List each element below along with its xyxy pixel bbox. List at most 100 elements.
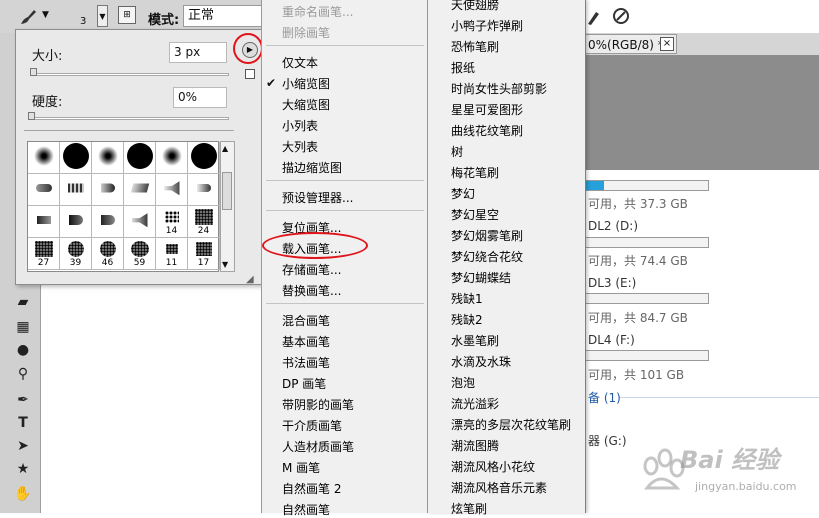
new-preset-icon[interactable] (245, 69, 255, 79)
menu-item-text-only[interactable]: 仅文本 (282, 54, 318, 71)
submenu-item-brush-set[interactable]: 梦幻蝴蝶结 (451, 269, 511, 286)
submenu-item-brush-set[interactable]: 残缺2 (451, 311, 483, 328)
menu-item-brush-library[interactable]: 干介质画笔 (282, 417, 342, 434)
brush-dropdown-arrow-icon[interactable]: ▼ (42, 10, 49, 20)
menu-item-brush-library[interactable]: M 画笔 (282, 459, 320, 476)
scroll-down-icon[interactable]: ▼ (222, 260, 228, 269)
brush-swatch[interactable] (156, 142, 188, 174)
brush-swatch[interactable] (92, 206, 124, 238)
menu-item-preset-manager[interactable]: 预设管理器... (282, 189, 353, 206)
brush-swatch[interactable] (124, 206, 156, 238)
scroll-up-icon[interactable]: ▲ (222, 144, 228, 153)
submenu-item-brush-set[interactable]: 报纸 (451, 59, 475, 76)
brush-picker-button[interactable]: ▼ (97, 5, 108, 27)
menu-item-save-brushes[interactable]: 存储画笔... (282, 261, 341, 278)
brush-swatch[interactable]: 24 (188, 206, 220, 238)
brush-swatch[interactable] (28, 174, 60, 206)
submenu-item-brush-set[interactable]: 炫笔刷 (451, 500, 487, 517)
size-slider-thumb[interactable] (30, 68, 37, 76)
menu-item-small-thumbnail[interactable]: 小缩览图 (282, 75, 330, 92)
brush-swatch[interactable] (188, 174, 220, 206)
menu-item-brush-library[interactable]: 自然画笔 2 (282, 480, 341, 497)
hardness-input[interactable]: 0% (173, 87, 227, 108)
menu-item-brush-library[interactable]: 书法画笔 (282, 354, 330, 371)
brush-swatch[interactable]: 14 (156, 206, 188, 238)
airbrush-icon[interactable] (586, 6, 602, 26)
submenu-item-brush-set[interactable]: 树 (451, 143, 463, 160)
menu-item-small-list[interactable]: 小列表 (282, 117, 318, 134)
brush-swatch[interactable] (28, 206, 60, 238)
submenu-item-brush-set[interactable]: 泡泡 (451, 374, 475, 391)
submenu-item-brush-set[interactable]: 水滴及水珠 (451, 353, 511, 370)
hardness-slider[interactable] (31, 117, 229, 120)
size-slider[interactable] (31, 73, 229, 76)
submenu-item-brush-set[interactable]: 潮流图腾 (451, 437, 499, 454)
submenu-item-brush-set[interactable]: 天使翅膀 (451, 0, 499, 13)
shape-tool-icon[interactable]: ★ (12, 459, 34, 479)
type-tool-icon[interactable]: T (12, 413, 34, 433)
brush-swatch[interactable] (124, 174, 156, 206)
grid-scroll-thumb[interactable] (222, 172, 232, 210)
drive-name[interactable]: DL4 (F:) (588, 333, 635, 347)
menu-item-large-thumbnail[interactable]: 大缩览图 (282, 96, 330, 113)
brush-icon[interactable] (18, 8, 38, 26)
brush-swatch[interactable] (28, 142, 60, 174)
submenu-item-brush-set[interactable]: 梦幻 (451, 185, 475, 202)
brush-swatch[interactable] (188, 142, 220, 174)
hardness-slider-thumb[interactable] (28, 112, 35, 120)
submenu-item-brush-set[interactable]: 星星可爱图形 (451, 101, 523, 118)
menu-item-large-list[interactable]: 大列表 (282, 138, 318, 155)
submenu-item-brush-set[interactable]: 梦幻绕合花纹 (451, 248, 523, 265)
brush-swatch[interactable] (92, 174, 124, 206)
blur-tool-icon[interactable]: ● (12, 340, 34, 360)
submenu-item-brush-set[interactable]: 恐怖笔刷 (451, 38, 499, 55)
mode-select[interactable]: 正常 (183, 5, 263, 27)
submenu-item-brush-set[interactable]: 漂亮的多层次花纹笔刷 (451, 416, 571, 433)
pen-tool-icon[interactable]: ✒ (12, 390, 34, 410)
brush-swatch[interactable] (60, 206, 92, 238)
menu-item-brush-library[interactable]: 混合画笔 (282, 312, 330, 329)
menu-item-brush-library[interactable]: 自然画笔 (282, 501, 330, 518)
brush-swatch[interactable]: 17 (188, 238, 220, 270)
submenu-item-brush-set[interactable]: 水墨笔刷 (451, 332, 499, 349)
menu-item-brush-library[interactable]: 带阴影的画笔 (282, 396, 354, 413)
submenu-item-brush-set[interactable]: 潮流风格小花纹 (451, 458, 535, 475)
submenu-item-brush-set[interactable]: 梅花笔刷 (451, 164, 499, 181)
submenu-item-brush-set[interactable]: 曲线花纹笔刷 (451, 122, 523, 139)
brush-swatch[interactable] (124, 142, 156, 174)
menu-item-brush-library[interactable]: 基本画笔 (282, 333, 330, 350)
path-selection-tool-icon[interactable]: ➤ (12, 436, 34, 456)
brush-swatch[interactable] (60, 174, 92, 206)
hand-tool-icon[interactable]: ✋ (12, 484, 34, 504)
brush-swatch[interactable] (92, 142, 124, 174)
brush-swatch[interactable]: 27 (28, 238, 60, 270)
drive-name[interactable]: DL3 (E:) (588, 276, 636, 290)
menu-item-replace-brushes[interactable]: 替换画笔... (282, 282, 341, 299)
submenu-item-brush-set[interactable]: 小鸭子炸弹刷 (451, 17, 523, 34)
brush-swatch[interactable]: 46 (92, 238, 124, 270)
menu-item-brush-library[interactable]: 人造材质画笔 (282, 438, 354, 455)
submenu-item-brush-set[interactable]: 流光溢彩 (451, 395, 499, 412)
drive-name[interactable]: DL2 (D:) (588, 219, 638, 233)
size-input[interactable]: 3 px (169, 42, 227, 63)
submenu-item-brush-set[interactable]: 梦幻烟雾笔刷 (451, 227, 523, 244)
group-header[interactable]: 备 (1) (588, 389, 621, 406)
tablet-pressure-icon[interactable] (611, 6, 631, 26)
brush-swatch[interactable]: 59 (124, 238, 156, 270)
removable-drive-name[interactable]: 器 (G:) (588, 432, 627, 449)
brush-swatch[interactable] (156, 174, 188, 206)
close-icon[interactable]: × (660, 37, 674, 51)
submenu-item-brush-set[interactable]: 潮流风格音乐元素 (451, 479, 547, 496)
resize-grip-icon[interactable]: ◢ (246, 274, 254, 285)
gradient-tool-icon[interactable]: ▦ (12, 317, 34, 337)
eraser-tool-icon[interactable]: ▰ (12, 292, 34, 312)
menu-item-brush-library[interactable]: DP 画笔 (282, 375, 326, 392)
submenu-item-brush-set[interactable]: 时尚女性头部剪影 (451, 80, 547, 97)
brush-swatch[interactable] (60, 142, 92, 174)
dodge-tool-icon[interactable]: ⚲ (12, 364, 34, 384)
submenu-item-brush-set[interactable]: 残缺1 (451, 290, 483, 307)
menu-item-stroke-thumbnail[interactable]: 描边缩览图 (282, 159, 342, 176)
brush-swatch[interactable]: 11 (156, 238, 188, 270)
brush-swatch[interactable]: 39 (60, 238, 92, 270)
brush-panel-toggle-icon[interactable]: ⊞ (118, 6, 136, 24)
